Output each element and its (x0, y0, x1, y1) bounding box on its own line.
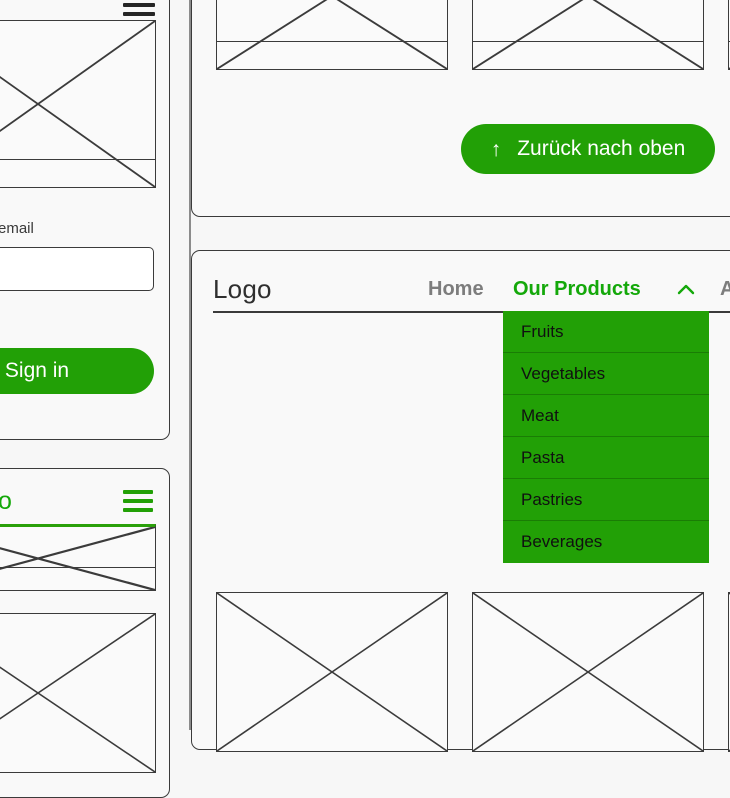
dropdown-item-vegetables[interactable]: Vegetables (503, 353, 709, 395)
placeholder-cross-icon (0, 614, 155, 772)
placeholder-cross-icon (473, 593, 703, 751)
nav-link-home[interactable]: Home (428, 278, 484, 301)
hamburger-menu-icon[interactable] (123, 490, 153, 512)
arrow-up-icon: ↑ (490, 137, 502, 161)
back-to-top-label: Zurück nach oben (517, 137, 686, 160)
placeholder-caption-bar (0, 567, 155, 590)
our-products-dropdown: Fruits Vegetables Meat Pasta Pastries Be… (503, 311, 709, 563)
image-placeholder (472, 592, 704, 752)
back-to-top-button[interactable]: ↑ Zurück nach oben (461, 124, 715, 174)
image-placeholder (472, 0, 704, 70)
placeholder-caption-bar (473, 41, 703, 69)
nav-link-our-products[interactable]: Our Products (513, 278, 641, 301)
sign-in-button[interactable]: Sign in (0, 348, 154, 394)
email-field-label: email (0, 220, 34, 237)
dropdown-item-beverages[interactable]: Beverages (503, 521, 709, 563)
dropdown-item-pasta[interactable]: Pasta (503, 437, 709, 479)
image-placeholder (216, 0, 448, 70)
image-placeholder (216, 592, 448, 752)
nav-logo[interactable]: Logo (213, 274, 272, 305)
placeholder-caption-bar (217, 41, 447, 69)
chevron-up-icon[interactable] (676, 282, 696, 296)
image-placeholder (0, 524, 156, 591)
secondary-panel-logo: o (0, 487, 12, 515)
email-field[interactable] (0, 247, 154, 291)
dropdown-item-fruits[interactable]: Fruits (503, 311, 709, 353)
placeholder-caption-bar (0, 159, 155, 187)
image-placeholder (0, 20, 156, 188)
sign-in-label: Sign in (4, 359, 70, 382)
dropdown-item-pastries[interactable]: Pastries (503, 479, 709, 521)
dropdown-item-meat[interactable]: Meat (503, 395, 709, 437)
placeholder-cross-icon (217, 593, 447, 751)
image-placeholder (0, 613, 156, 773)
hamburger-menu-icon[interactable] (123, 0, 155, 16)
nav-link-about[interactable]: A (720, 278, 730, 301)
